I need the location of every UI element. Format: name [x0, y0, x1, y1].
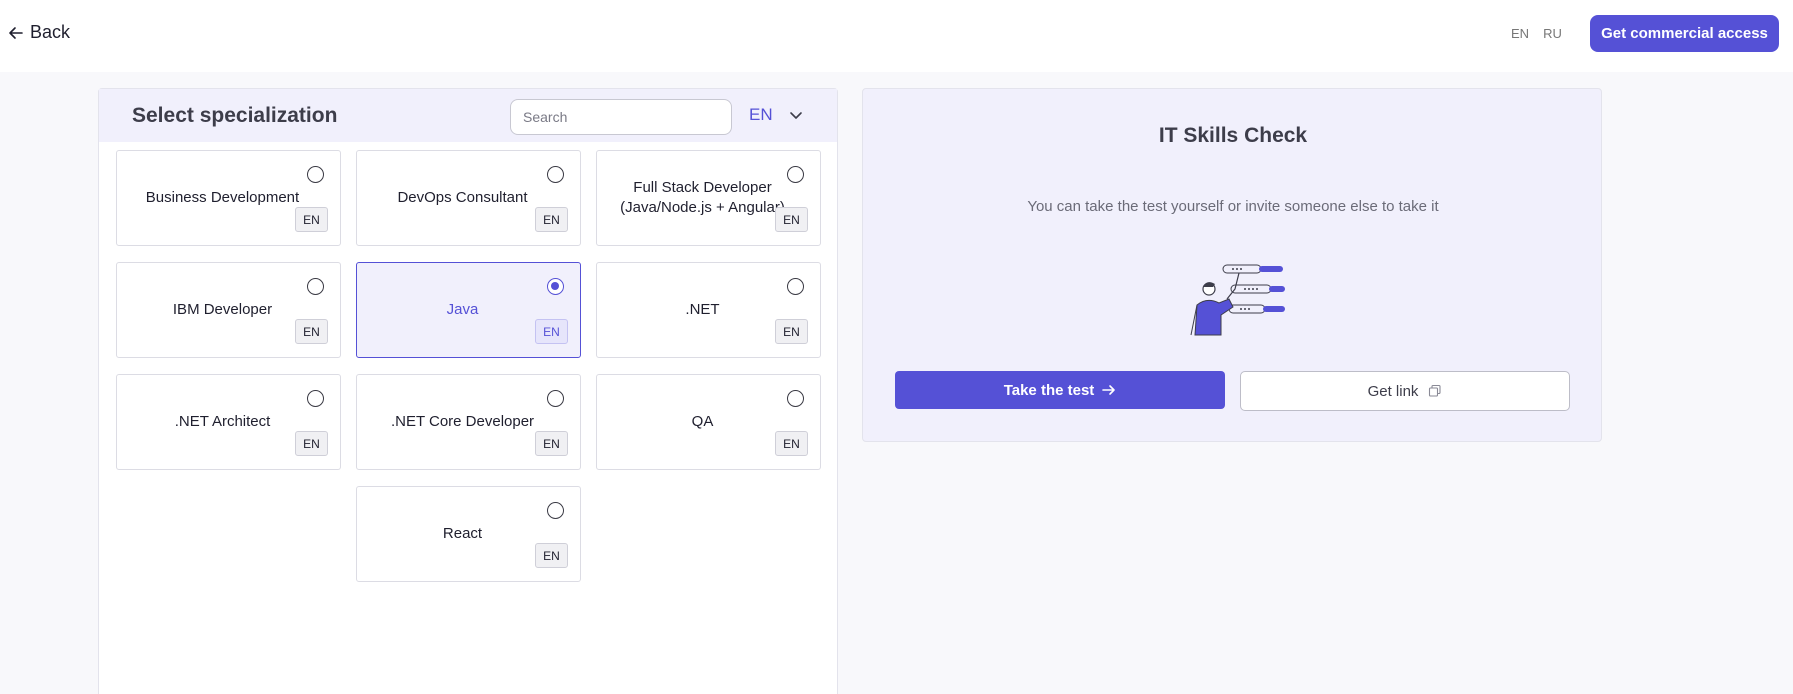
specialization-panel: Select specialization EN Business Develo… — [98, 88, 838, 694]
lang-en-link[interactable]: EN — [1511, 26, 1529, 41]
top-bar: Back EN RU Get commercial access — [0, 0, 1793, 72]
card-name: DevOps Consultant — [397, 189, 528, 206]
search-input[interactable] — [510, 99, 732, 135]
arrow-right-icon — [1102, 385, 1116, 395]
radio-button[interactable] — [547, 502, 564, 519]
specialization-card-dotnet[interactable]: .NET EN — [596, 262, 821, 358]
lang-ru-link[interactable]: RU — [1543, 26, 1562, 41]
get-commercial-access-button[interactable]: Get commercial access — [1590, 15, 1779, 52]
language-badge: EN — [295, 319, 328, 344]
specialization-card-qa[interactable]: QA EN — [596, 374, 821, 470]
language-badge: EN — [535, 431, 568, 456]
arrow-left-icon — [9, 26, 23, 39]
get-link-label: Get link — [1367, 382, 1419, 400]
card-name: Business Development — [145, 189, 300, 206]
skills-check-panel: IT Skills Check You can take the test yo… — [862, 88, 1602, 442]
card-name: IBM Developer — [172, 301, 273, 318]
card-name: .NET Architect — [174, 413, 271, 430]
skills-check-title: IT Skills Check — [1158, 124, 1308, 147]
language-badge: EN — [535, 319, 568, 344]
back-link[interactable]: Back — [8, 22, 70, 43]
skills-check-subtitle: You can take the test yourself or invite… — [1027, 198, 1439, 215]
card-name: Java — [446, 301, 479, 318]
specialization-header: Select specialization EN — [99, 89, 837, 142]
card-name: .NET — [685, 301, 720, 318]
radio-button[interactable] — [787, 278, 804, 295]
radio-button[interactable] — [307, 166, 324, 183]
language-badge: EN — [295, 431, 328, 456]
specialization-title: Select specialization — [132, 104, 338, 127]
specialization-card-dotnet-core-developer[interactable]: .NET Core Developer EN — [356, 374, 581, 470]
radio-button[interactable] — [307, 278, 324, 295]
specialization-card-dotnet-architect[interactable]: .NET Architect EN — [116, 374, 341, 470]
language-badge: EN — [295, 207, 328, 232]
language-badge: EN — [775, 319, 808, 344]
specialization-card-java[interactable]: Java EN — [356, 262, 581, 358]
take-the-test-label: Take the test — [1003, 381, 1095, 399]
language-badge: EN — [535, 543, 568, 568]
take-the-test-button[interactable]: Take the test — [895, 371, 1225, 409]
radio-button[interactable] — [787, 390, 804, 407]
specialization-card-business-development[interactable]: Business Development EN — [116, 150, 341, 246]
specialization-card-react[interactable]: React EN — [356, 486, 581, 582]
specialization-card-devops-consultant[interactable]: DevOps Consultant EN — [356, 150, 581, 246]
specialization-card-full-stack-developer[interactable]: Full Stack Developer (Java/Node.js + Ang… — [596, 150, 821, 246]
copy-icon — [1429, 384, 1441, 397]
radio-button[interactable] — [547, 166, 564, 183]
language-badge: EN — [535, 207, 568, 232]
radio-button[interactable] — [307, 390, 324, 407]
specialization-card-ibm-developer[interactable]: IBM Developer EN — [116, 262, 341, 358]
radio-button[interactable] — [787, 166, 804, 183]
back-label: Back — [30, 22, 71, 42]
person-with-sliders-illustration — [1190, 264, 1285, 336]
card-name: .NET Core Developer — [390, 413, 535, 430]
language-select[interactable]: EN — [749, 105, 803, 125]
language-select-value: EN — [749, 105, 773, 124]
card-name: QA — [691, 413, 714, 430]
chevron-down-icon — [789, 112, 802, 119]
language-badge: EN — [775, 431, 808, 456]
card-name: Full Stack Developer (Java/Node.js + Ang… — [620, 179, 785, 216]
language-badge: EN — [775, 207, 808, 232]
radio-button[interactable] — [547, 390, 564, 407]
language-switch: EN RU — [1511, 26, 1562, 41]
card-name: React — [442, 525, 483, 542]
get-link-button[interactable]: Get link — [1240, 371, 1570, 411]
radio-button-selected[interactable] — [547, 278, 564, 295]
